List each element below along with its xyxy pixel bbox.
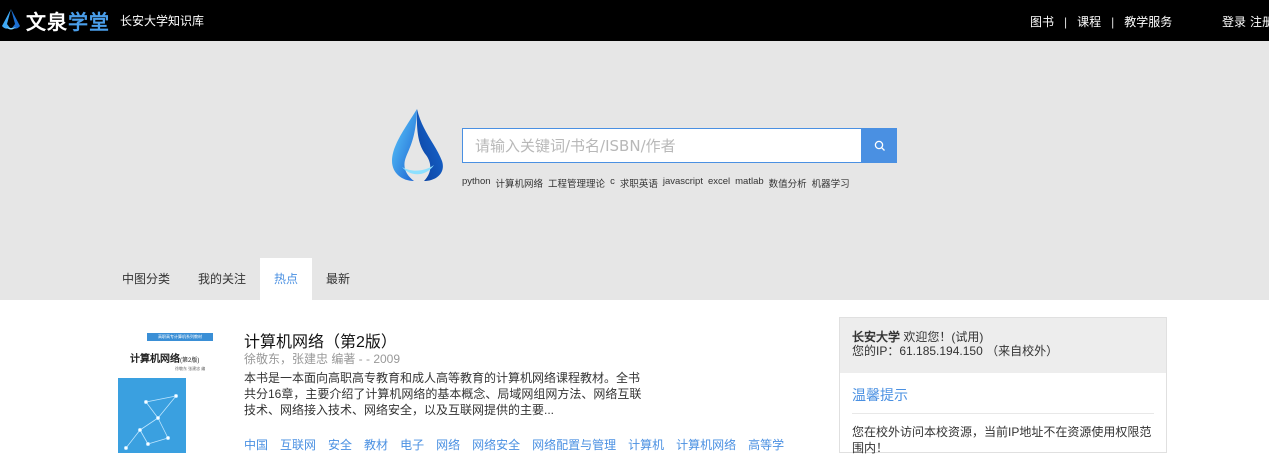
hot-keyword[interactable]: excel	[708, 176, 730, 190]
cover-network-image	[118, 378, 186, 453]
hot-keyword[interactable]: 求职英语	[620, 176, 658, 190]
nav-separator: |	[1064, 14, 1068, 29]
book-title[interactable]: 计算机网络（第2版）	[244, 328, 397, 352]
tab-hot[interactable]: 热点	[260, 258, 313, 300]
panel-school-name: 长安大学	[852, 330, 901, 344]
hot-keywords: python 计算机网络 工程管理理论 c 求职英语 javascript ex…	[462, 176, 850, 190]
tab-classification[interactable]: 中图分类	[108, 258, 184, 300]
book-cover[interactable]: 高职高专计算机系列教材 计算机网络(第2版) 徐敬东 张建忠 编	[113, 328, 221, 453]
book-tags: 中国 互联网 安全 教材 电子 网络 网络安全 网络配置与管理 计算机 计算机网…	[244, 436, 784, 453]
tag-link[interactable]: 计算机	[628, 436, 664, 453]
search-hero: python 计算机网络 工程管理理论 c 求职英语 javascript ex…	[0, 41, 1269, 300]
tip-text: 您在校外访问本校资源，当前IP地址不在资源使用权限范围内！	[852, 425, 1152, 455]
tag-link[interactable]: 网络安全	[472, 436, 520, 453]
school-name: 长安大学知识库	[120, 13, 205, 28]
book-meta: 徐敬东，张建忠 编著 - - 2009	[244, 352, 401, 366]
hot-keyword[interactable]: 计算机网络	[496, 176, 544, 190]
cover-title-text: 计算机网络	[130, 354, 180, 365]
tag-link[interactable]: 计算机网络	[676, 436, 736, 453]
brand-name-part2: 学堂	[68, 9, 110, 34]
top-bar: 文泉学堂 长安大学知识库 图书 | 课程 | 教学服务 登录 注册	[0, 0, 1269, 41]
category-tabs: 中图分类 我的关注 热点 最新	[108, 258, 364, 300]
hot-keyword[interactable]: 数值分析	[769, 176, 807, 190]
tip-title: 温馨提示	[852, 387, 908, 403]
cover-authors: 徐敬东 张建忠 编	[175, 366, 206, 371]
tip-divider	[852, 413, 1154, 414]
tag-link[interactable]: 电子	[400, 436, 424, 453]
book-description: 本书是一本面向高职高专教育和成人高等教育的计算机网络课程教材。全书共分16章，主…	[244, 371, 642, 417]
tag-link[interactable]: 安全	[328, 436, 352, 453]
tag-link[interactable]: 网络配置与管理	[532, 436, 616, 453]
tag-link[interactable]: 中国	[244, 436, 268, 453]
register-link[interactable]: 注册	[1250, 15, 1269, 29]
hero-logo-icon	[392, 109, 443, 181]
brand-name: 文泉学堂	[26, 6, 110, 35]
nav-separator: |	[1111, 14, 1115, 29]
search-icon	[874, 140, 885, 151]
search-input-wrapper	[462, 128, 862, 163]
auth-links: 登录 注册	[1222, 13, 1269, 30]
nav-courses[interactable]: 课程	[1077, 13, 1101, 30]
tag-link[interactable]: 网络	[436, 436, 460, 453]
search-button[interactable]	[862, 128, 897, 163]
hot-keyword[interactable]: 机器学习	[812, 176, 850, 190]
tag-link[interactable]: 教材	[364, 436, 388, 453]
top-nav: 图书 | 课程 | 教学服务	[1030, 13, 1172, 30]
brand-name-part1: 文泉	[26, 9, 68, 34]
welcome-line: 长安大学 欢迎您！(试用)	[852, 330, 1154, 344]
nav-books[interactable]: 图书	[1030, 13, 1054, 30]
hot-keyword[interactable]: python	[462, 176, 491, 190]
tip-section: 温馨提示 您在校外访问本校资源，当前IP地址不在资源使用权限范围内！	[840, 373, 1166, 456]
tab-latest[interactable]: 最新	[312, 258, 364, 300]
login-link[interactable]: 登录	[1222, 15, 1246, 29]
cover-series-band: 高职高专计算机系列教材	[147, 333, 213, 341]
cover-series-text: 高职高专计算机系列教材	[158, 334, 202, 339]
site-logo[interactable]: 文泉学堂 长安大学知识库	[0, 6, 204, 34]
cover-title: 计算机网络(第2版)	[130, 350, 199, 365]
hot-keyword[interactable]: javascript	[663, 176, 703, 190]
hot-keyword[interactable]: matlab	[735, 176, 764, 190]
tag-link[interactable]: 高等学	[748, 436, 784, 453]
network-graph-icon	[124, 393, 179, 451]
hot-keyword[interactable]: 工程管理理论	[548, 176, 605, 190]
cover-edition: (第2版)	[180, 358, 200, 364]
welcome-text: 欢迎您！(试用)	[900, 330, 984, 344]
ip-line: 您的IP：61.185.194.150 （来自校外）	[852, 344, 1059, 358]
hot-keyword[interactable]: c	[610, 176, 615, 190]
panel-header: 长安大学 欢迎您！(试用) 您的IP：61.185.194.150 （来自校外）	[840, 318, 1166, 373]
tab-following[interactable]: 我的关注	[184, 258, 260, 300]
wenquan-logo-icon	[2, 9, 20, 30]
nav-teaching-services[interactable]: 教学服务	[1124, 13, 1172, 30]
access-info-panel: 长安大学 欢迎您！(试用) 您的IP：61.185.194.150 （来自校外）…	[839, 317, 1167, 456]
tag-link[interactable]: 互联网	[280, 436, 316, 453]
search-input[interactable]	[475, 129, 849, 162]
